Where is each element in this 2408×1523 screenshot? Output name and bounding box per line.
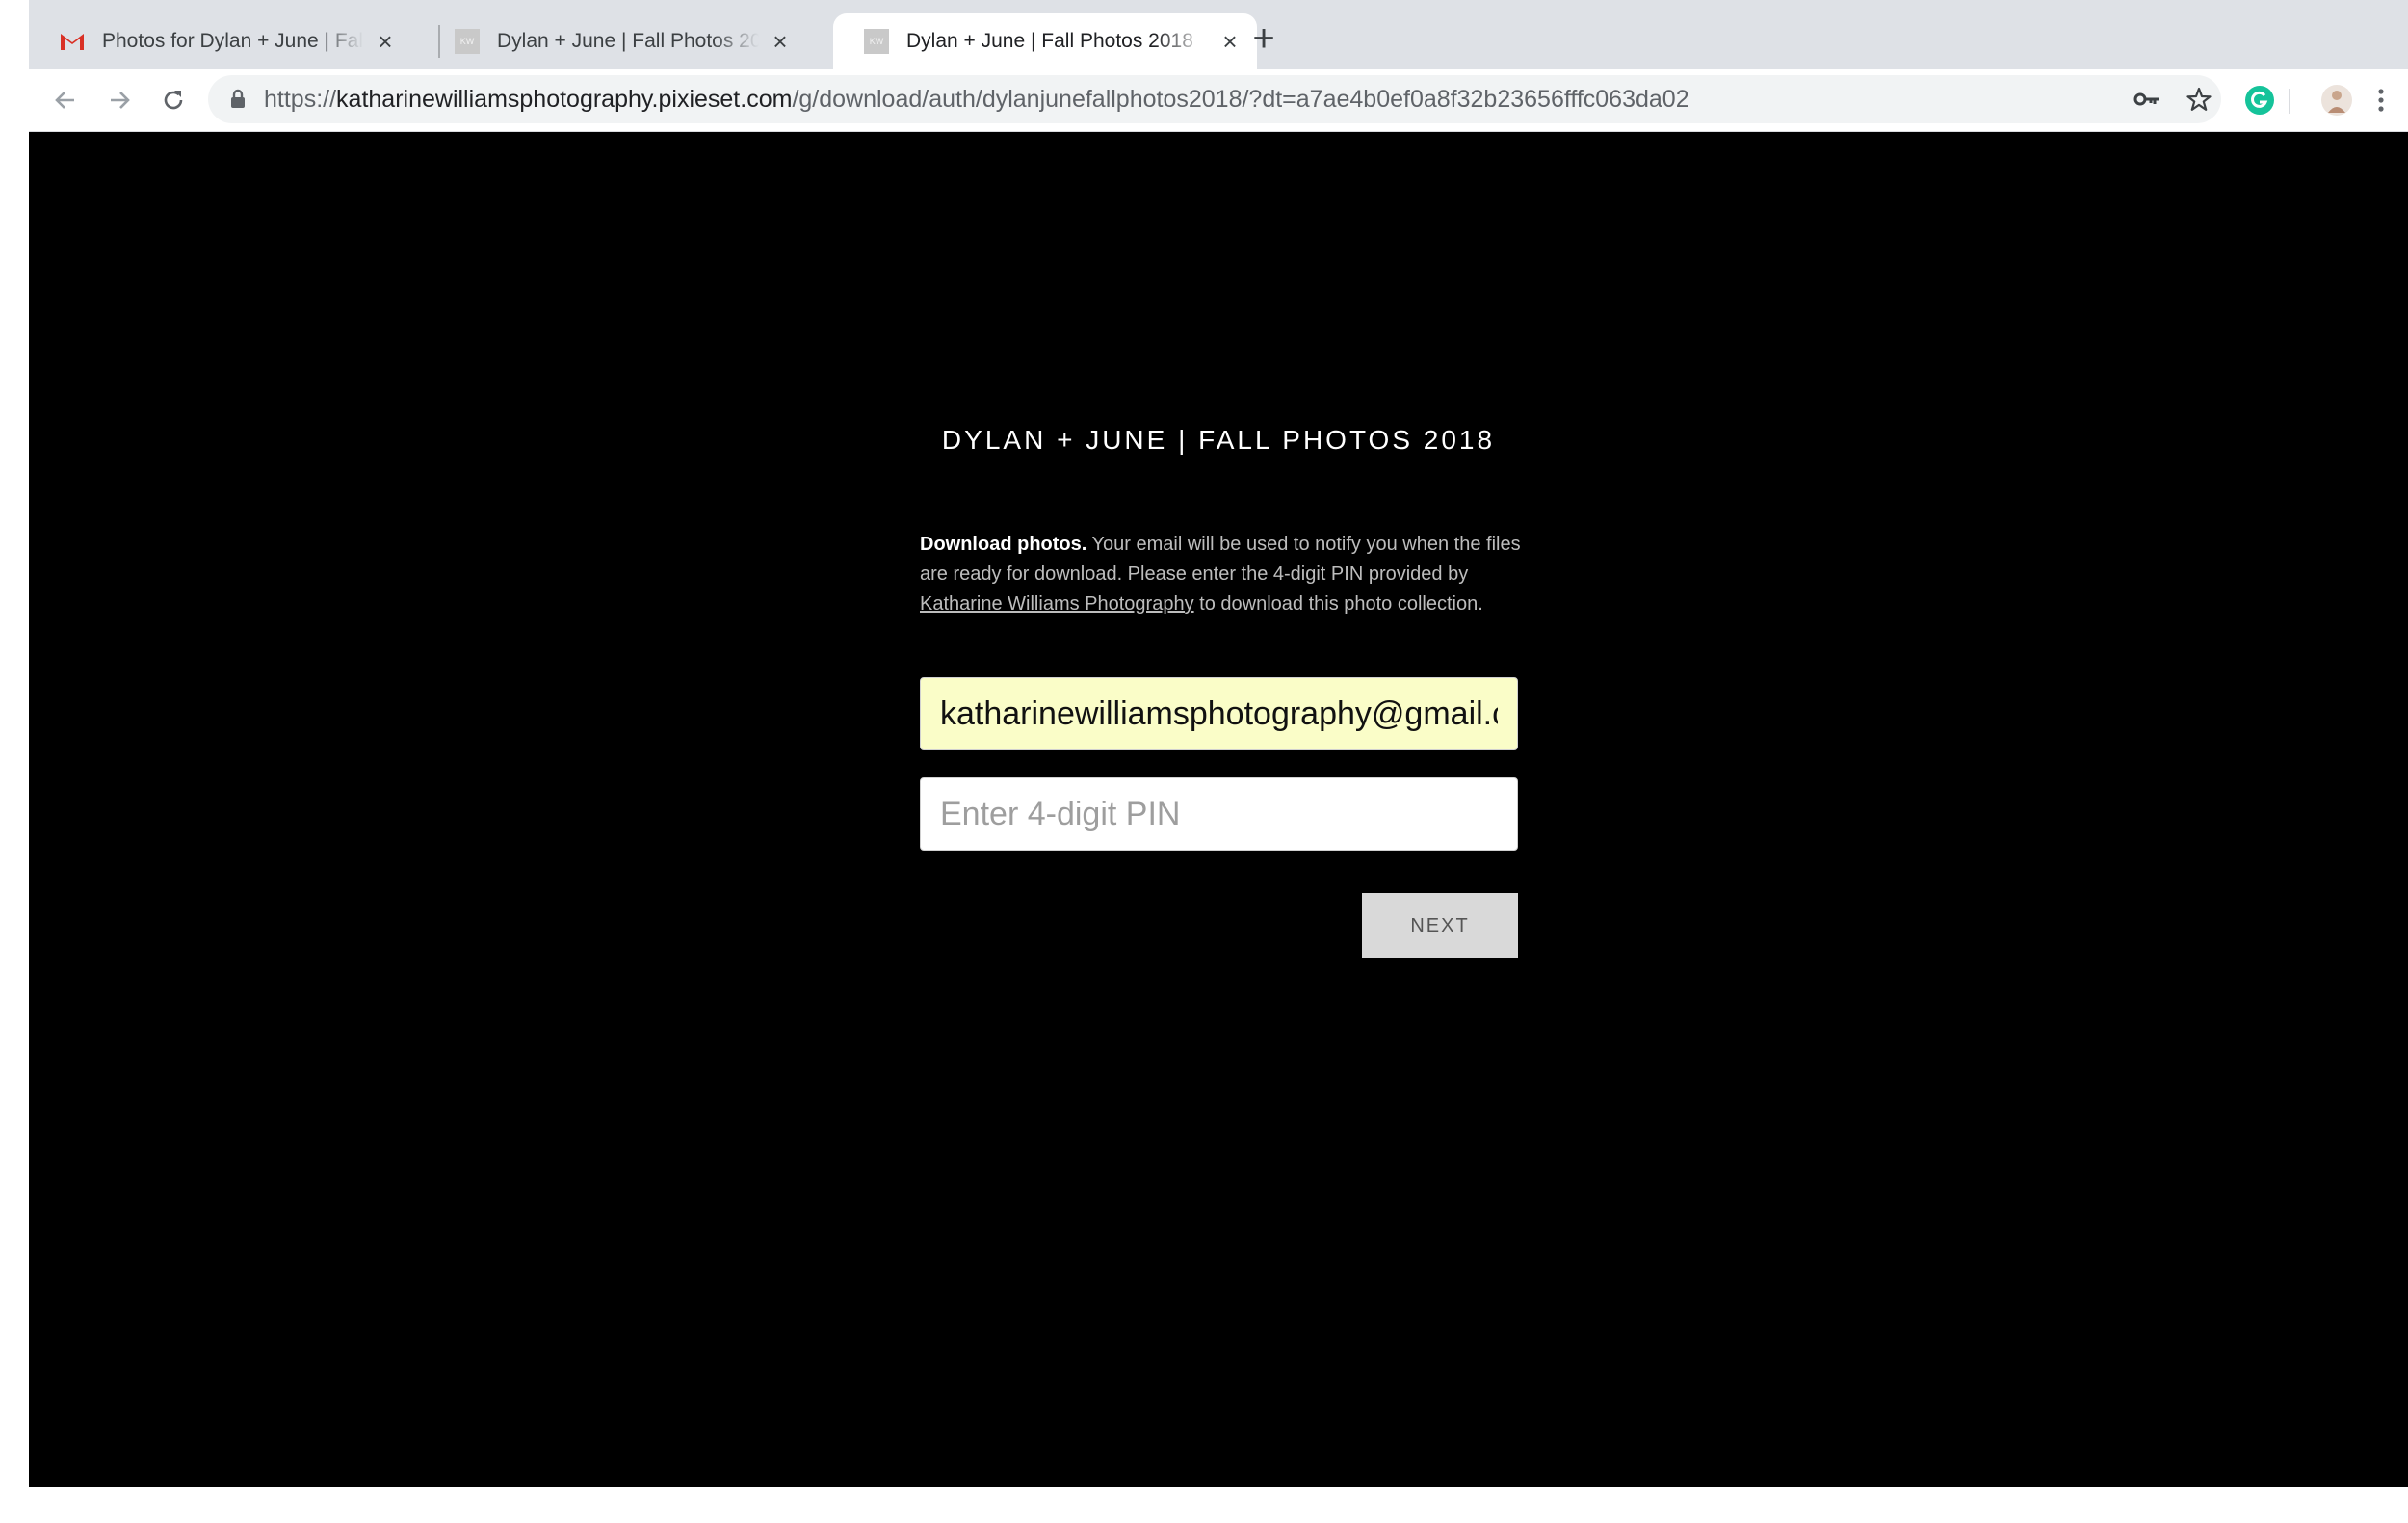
tab-title: Photos for Dylan + June | Fall Photos 20… [102, 30, 364, 52]
pin-input[interactable] [920, 777, 1518, 851]
tab-download-active[interactable]: KW Dylan + June | Fall Photos 2018 × [833, 13, 1257, 69]
close-icon[interactable]: × [767, 28, 794, 55]
kw-favicon-icon: KW [864, 29, 889, 54]
download-description: Download photos. Your email will be used… [920, 530, 1536, 619]
description-heading: Download photos. [920, 534, 1087, 555]
close-icon[interactable]: × [1217, 28, 1243, 55]
avatar [2321, 85, 2352, 116]
key-icon[interactable] [2133, 85, 2161, 114]
profile-avatar-button[interactable] [2316, 79, 2358, 121]
reload-button[interactable] [152, 79, 195, 121]
close-icon[interactable]: × [372, 28, 399, 55]
url-text[interactable]: https://katharinewilliamsphotography.pix… [264, 86, 1689, 114]
lock-icon[interactable] [229, 89, 247, 115]
tab-strip: Photos for Dylan + June | Fall Photos 20… [29, 0, 2408, 69]
forward-arrow-icon [111, 92, 130, 109]
page-content: DYLAN + JUNE | FALL PHOTOS 2018 Download… [29, 132, 2408, 1487]
grammarly-extension-button[interactable] [2238, 79, 2281, 121]
tab-gmail[interactable]: Photos for Dylan + June | Fall Photos 20… [29, 13, 412, 69]
kebab-menu-icon [2378, 89, 2384, 112]
gmail-icon [60, 29, 85, 54]
reload-icon [164, 91, 183, 110]
back-button[interactable] [44, 79, 87, 121]
photographer-link[interactable]: Katharine Williams Photography [920, 593, 1194, 615]
page-title: DYLAN + JUNE | FALL PHOTOS 2018 [941, 425, 1496, 455]
description-text-end: to download this photo collection. [1193, 593, 1483, 615]
new-tab-button[interactable]: + [1244, 19, 1283, 58]
tab-title: Dylan + June | Fall Photos 2018 [906, 30, 1193, 52]
tab-title: Dylan + June | Fall Photos 2018 [497, 30, 759, 52]
forward-button[interactable] [98, 79, 141, 121]
browser-toolbar: https://katharinewilliamsphotography.pix… [29, 69, 2408, 132]
address-bar[interactable]: https://katharinewilliamsphotography.pix… [208, 75, 2221, 123]
next-button[interactable]: NEXT [1362, 893, 1518, 958]
browser-window: Photos for Dylan + June | Fall Photos 20… [29, 0, 2408, 1487]
menu-button[interactable] [2360, 79, 2402, 121]
star-bookmark-icon[interactable] [2185, 85, 2213, 114]
grammarly-icon [2245, 86, 2274, 115]
kw-favicon-icon: KW [455, 29, 480, 54]
toolbar-divider [2289, 89, 2290, 114]
tab-gallery[interactable]: KW Dylan + June | Fall Photos 2018 × [424, 13, 807, 69]
back-arrow-icon [55, 92, 74, 109]
email-field[interactable] [920, 677, 1518, 750]
